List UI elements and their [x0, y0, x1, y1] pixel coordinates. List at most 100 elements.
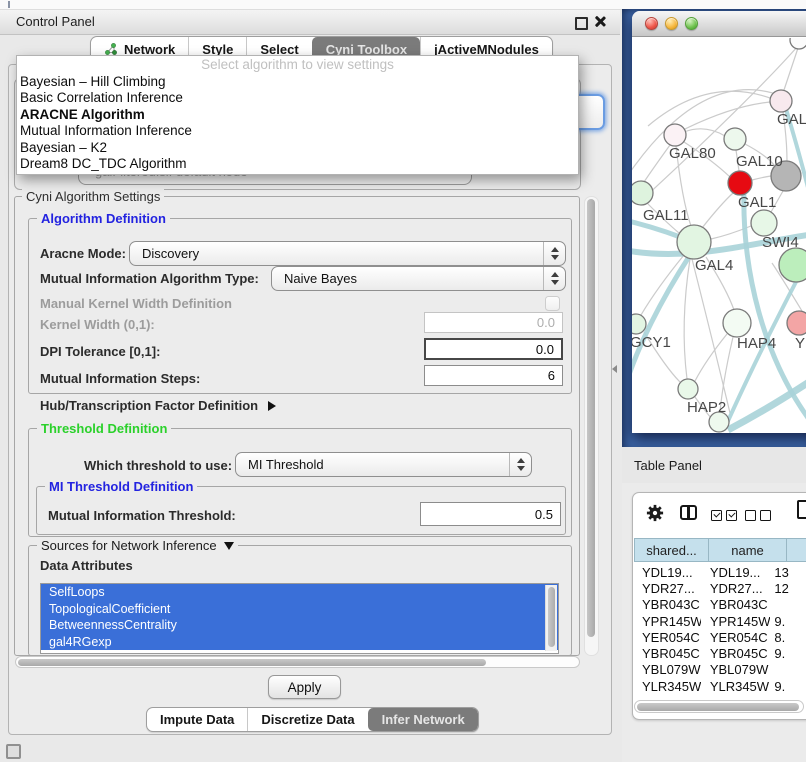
settings-horizontal-scrollbar[interactable] [15, 656, 580, 668]
algorithm-option-mutual-information-inference[interactable]: Mutual Information Inference [17, 123, 578, 139]
settings-vertical-scrollbar[interactable] [584, 196, 599, 656]
network-node[interactable] [779, 248, 806, 282]
network-node[interactable] [790, 38, 806, 49]
network-edge[interactable] [695, 334, 727, 381]
table-row[interactable]: YER054CYER054C8. [634, 629, 806, 645]
tab-impute-data[interactable]: Impute Data [147, 708, 247, 731]
network-node-label: GAL11 [643, 207, 689, 224]
network-node-hap2[interactable] [678, 379, 698, 399]
table-cell: YBL079W [634, 662, 701, 677]
mi-steps-input[interactable]: 6 [424, 365, 563, 386]
network-node-gal80[interactable] [664, 124, 686, 146]
document-icon[interactable] [797, 500, 806, 519]
network-node-gal4[interactable] [677, 225, 711, 259]
table-row[interactable]: YIL052CYIL052C9. [634, 694, 806, 698]
algorithm-option-bayesian-hill-climbing[interactable]: Bayesian – Hill Climbing [17, 74, 578, 90]
expand-arrow-icon[interactable] [268, 401, 276, 411]
table-row[interactable]: YBR043CYBR043C [634, 597, 806, 613]
tab-infer-network[interactable]: Infer Network [368, 708, 478, 731]
clear-checkboxes-icon[interactable] [745, 510, 771, 521]
network-node-swi4[interactable] [751, 210, 777, 236]
network-node-gal7[interactable] [770, 90, 792, 112]
attribute-betweennesscentrality[interactable]: BetweennessCentrality [41, 617, 558, 634]
table-cell: YBR043C [634, 597, 701, 612]
column-header-name[interactable]: name [709, 538, 787, 562]
network-edge[interactable] [685, 102, 770, 129]
table-cell: YBL079W [701, 662, 771, 677]
hub-transcription-factor-section[interactable]: Hub/Transcription Factor Definition [40, 398, 276, 413]
table-horizontal-scrollbar[interactable] [634, 700, 804, 713]
scrollbar-thumb[interactable] [548, 587, 555, 647]
attribute-gal4rgexp[interactable]: gal4RGexp [41, 634, 558, 651]
attribute-topologicalcoefficient[interactable]: TopologicalCoefficient [41, 601, 558, 618]
network-node-gal1[interactable] [728, 171, 752, 195]
tab-label: Impute Data [160, 712, 234, 727]
column-header-extra[interactable] [787, 538, 806, 562]
minimize-traffic-light-icon[interactable] [665, 17, 678, 30]
network-edge[interactable] [684, 129, 725, 136]
network-node-y[interactable] [787, 311, 806, 335]
data-attributes-list[interactable]: SelfLoopsTopologicalCoefficientBetweenne… [40, 583, 559, 654]
collapse-arrow-icon[interactable] [224, 542, 234, 550]
select-all-checkboxes-icon[interactable] [711, 510, 737, 521]
table-cell: 9. [770, 646, 806, 661]
mi-threshold-input[interactable]: 0.5 [420, 502, 561, 526]
attribute-selfloops[interactable]: SelfLoops [41, 584, 558, 601]
gear-icon[interactable] [646, 504, 664, 522]
algorithm-definition-label: Algorithm Definition [37, 211, 170, 226]
column-header-shared[interactable]: shared... [634, 538, 709, 562]
table-row[interactable]: YDR27...YDR27...12 [634, 580, 806, 596]
float-window-icon[interactable] [575, 17, 588, 30]
aracne-mode-label: Aracne Mode: [40, 246, 126, 261]
network-node-hap4[interactable] [723, 309, 751, 337]
table-row[interactable]: YBL079WYBL079W [634, 662, 806, 678]
network-node-gal10[interactable] [724, 128, 746, 150]
network-edge[interactable] [684, 259, 690, 379]
network-window-titlebar[interactable] [632, 11, 806, 37]
top-strip-tick [8, 1, 10, 8]
network-edge[interactable] [648, 91, 770, 126]
aracne-mode-combobox[interactable]: Discovery [129, 241, 566, 266]
dpi-tolerance-label: DPI Tolerance [0,1]: [40, 344, 160, 359]
network-node-label: SWI4 [762, 234, 799, 251]
split-columns-icon[interactable] [680, 505, 697, 520]
network-edge-highlighted[interactable] [724, 278, 798, 430]
network-view-window[interactable]: GAL7GAL80GAL10GAL1GAL11SWI4GAL4GCY1HAP4Y… [632, 11, 806, 433]
manual-kernel-width-checkbox[interactable] [545, 296, 560, 311]
sources-label[interactable]: Sources for Network Inference [37, 538, 238, 553]
algorithm-option-bayesian-k2[interactable]: Bayesian – K2 [17, 140, 578, 156]
network-edge[interactable] [752, 176, 771, 180]
splitter-collapse-icon[interactable] [612, 365, 617, 373]
apply-button[interactable]: Apply [268, 675, 341, 699]
network-edge[interactable] [702, 193, 733, 228]
scrollbar-thumb[interactable] [637, 703, 799, 711]
scrollbar-thumb[interactable] [587, 199, 595, 637]
network-canvas[interactable]: GAL7GAL80GAL10GAL1GAL11SWI4GAL4GCY1HAP4Y… [632, 38, 806, 433]
mi-algorithm-type-combobox[interactable]: Naive Bayes [271, 266, 566, 291]
algorithm-option-basic-correlation-inference[interactable]: Basic Correlation Inference [17, 90, 578, 106]
dpi-tolerance-input[interactable]: 0.0 [424, 338, 563, 360]
list-vertical-scrollbar[interactable] [545, 585, 557, 651]
network-edge-highlighted[interactable] [728, 376, 806, 430]
algorithm-option-aracne-algorithm[interactable]: ARACNE Algorithm [17, 107, 578, 123]
tab-discretize-data[interactable]: Discretize Data [247, 708, 367, 731]
close-traffic-light-icon[interactable] [645, 17, 658, 30]
scrollbar-thumb[interactable] [18, 659, 486, 666]
zoom-traffic-light-icon[interactable] [685, 17, 698, 30]
kernel-width-input[interactable]: 0.0 [424, 312, 563, 333]
table-row[interactable]: YDL19...YDL19...13 [634, 564, 806, 580]
which-threshold-combobox[interactable]: MI Threshold [235, 452, 532, 477]
network-node-gal11[interactable] [632, 181, 653, 205]
cyni-algorithm-settings-label: Cyni Algorithm Settings [22, 189, 164, 204]
table-row[interactable]: YBR045CYBR045C9. [634, 645, 806, 661]
table-cell: 9. [770, 695, 806, 698]
manual-kernel-width-label: Manual Kernel Width Definition [40, 296, 232, 311]
network-edge[interactable] [644, 145, 670, 182]
network-node-gcy1[interactable] [632, 314, 646, 334]
table-row[interactable]: YLR345WYLR345W9. [634, 678, 806, 694]
dock-window-icon[interactable] [6, 744, 21, 759]
network-node-label: GAL1 [738, 194, 776, 211]
close-icon[interactable] [593, 15, 606, 28]
algorithm-option-dream8-dc-tdc-algorithm[interactable]: Dream8 DC_TDC Algorithm [17, 156, 578, 172]
table-row[interactable]: YPR145WYPR145W9. [634, 613, 806, 629]
